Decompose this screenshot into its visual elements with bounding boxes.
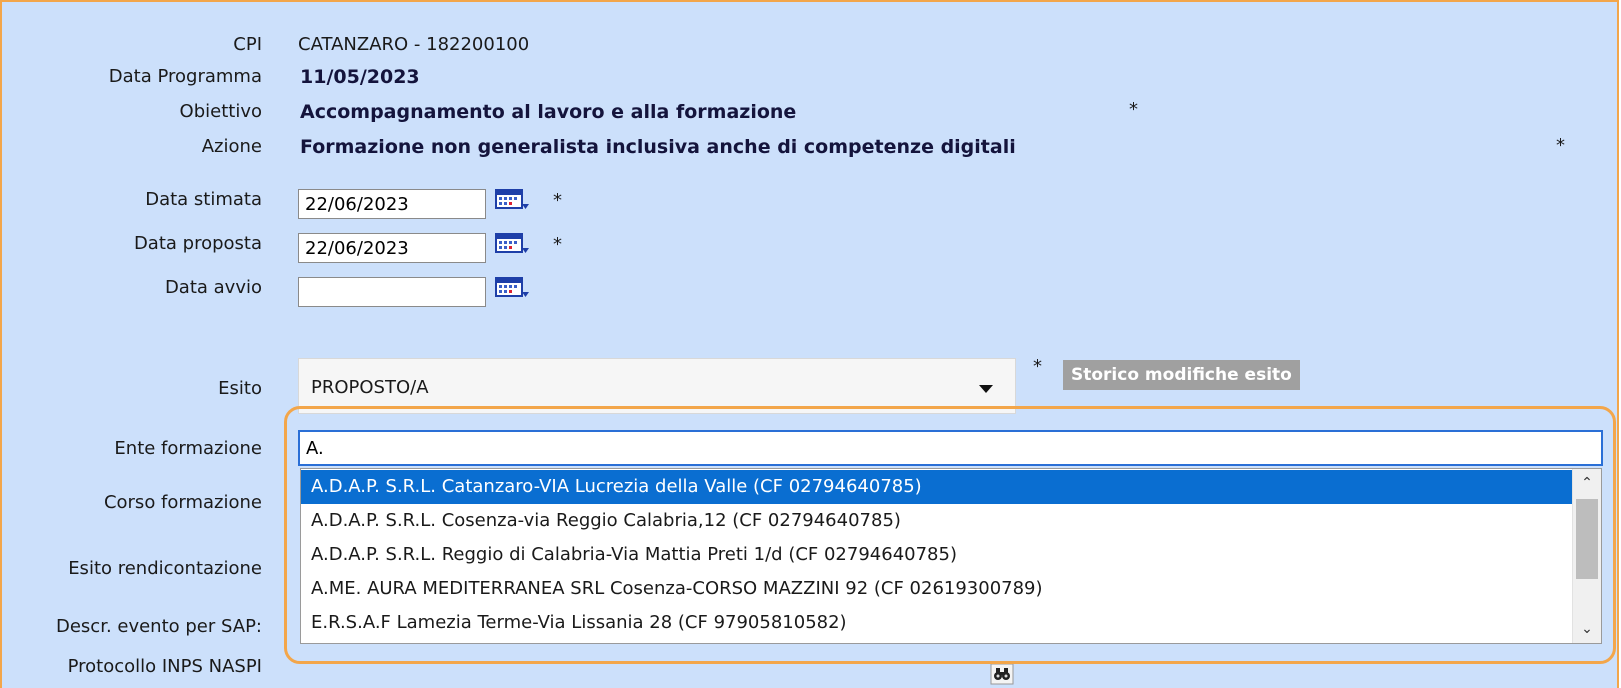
- dropdown-option[interactable]: A.D.A.P. S.R.L. Cosenza-via Reggio Calab…: [301, 504, 1573, 538]
- cpi-label: CPI: [233, 34, 262, 55]
- dropdown-scrollbar[interactable]: ⌃ ⌄: [1572, 469, 1601, 643]
- calendar-icon[interactable]: [495, 276, 529, 300]
- obiettivo-label: Obiettivo: [179, 101, 262, 122]
- ente-formazione-dropdown[interactable]: A.D.A.P. S.R.L. Catanzaro-VIA Lucrezia d…: [300, 468, 1602, 644]
- data-proposta-required-marker: *: [553, 234, 562, 255]
- corso-formazione-label: Corso formazione: [103, 492, 262, 513]
- data-stimata-required-marker: *: [553, 190, 562, 211]
- dropdown-option[interactable]: A.ME. AURA MEDITERRANEA SRL Cosenza-CORS…: [301, 572, 1573, 606]
- scrollbar-thumb[interactable]: [1576, 499, 1598, 579]
- dropdown-option[interactable]: A.D.A.P. S.R.L. Reggio di Calabria-Via M…: [301, 538, 1573, 572]
- data-avvio-label: Data avvio: [164, 277, 262, 298]
- dropdown-option[interactable]: A.D.A.P. S.R.L. Catanzaro-VIA Lucrezia d…: [301, 470, 1573, 504]
- esito-required-marker: *: [1033, 356, 1042, 377]
- data-proposta-label: Data proposta: [133, 233, 262, 254]
- data-stimata-label: Data stimata: [145, 189, 262, 210]
- chevron-down-icon: [979, 385, 993, 393]
- data-proposta-input[interactable]: [298, 233, 486, 263]
- storico-modifiche-esito-button[interactable]: Storico modifiche esito: [1063, 360, 1300, 390]
- protocollo-inps-label: Protocollo INPS NASPI: [67, 656, 262, 677]
- descr-evento-label: Descr. evento per SAP:: [55, 616, 262, 637]
- azione-value: Formazione non generalista inclusiva anc…: [300, 136, 1016, 158]
- data-stimata-input[interactable]: [298, 189, 486, 219]
- dropdown-option[interactable]: E.R.S.A.F Lamezia Terme-Via Lissania 28 …: [301, 606, 1573, 640]
- obiettivo-required-marker: *: [1129, 99, 1138, 120]
- esito-selected-value: PROPOSTO/A: [311, 377, 429, 398]
- azione-required-marker: *: [1556, 135, 1565, 156]
- data-avvio-input[interactable]: [298, 277, 486, 307]
- ente-formazione-label: Ente formazione: [114, 438, 262, 459]
- obiettivo-value: Accompagnamento al lavoro e alla formazi…: [300, 101, 797, 123]
- chevron-up-icon[interactable]: ⌃: [1573, 469, 1601, 497]
- azione-label: Azione: [201, 136, 262, 157]
- esito-rendicontazione-label: Esito rendicontazione: [68, 558, 262, 579]
- chevron-down-icon[interactable]: ⌄: [1573, 615, 1601, 643]
- data-programma-value: 11/05/2023: [300, 66, 420, 88]
- binoculars-icon[interactable]: [990, 663, 1014, 685]
- calendar-icon[interactable]: [495, 188, 529, 212]
- data-programma-label: Data Programma: [108, 66, 262, 87]
- ente-formazione-input[interactable]: [298, 430, 1603, 466]
- cpi-value: CATANZARO - 182200100: [298, 34, 530, 55]
- esito-label: Esito: [218, 378, 262, 399]
- calendar-icon[interactable]: [495, 232, 529, 256]
